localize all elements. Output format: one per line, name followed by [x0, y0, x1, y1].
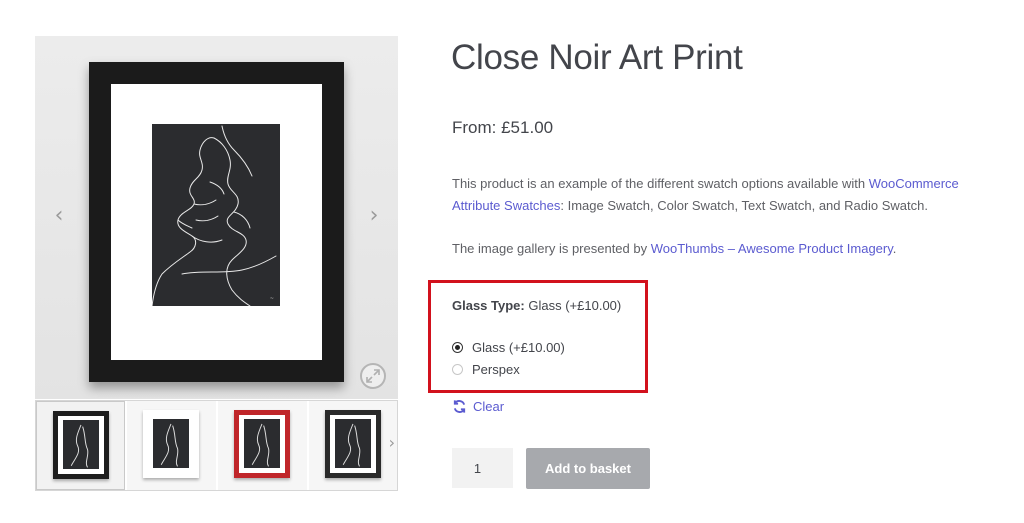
zoom-expand-icon[interactable]: [360, 363, 386, 389]
quantity-input[interactable]: [452, 448, 513, 488]
main-product-image[interactable]: ~ ‹ ›: [35, 36, 398, 399]
description-text: The image gallery is presented by: [452, 241, 651, 256]
thumbnail-white-frame[interactable]: [127, 401, 216, 490]
gallery-prev-arrow[interactable]: ‹: [49, 204, 69, 228]
add-to-basket-button[interactable]: Add to basket: [526, 448, 650, 489]
glass-type-label: Glass Type: Glass (+£10.00): [452, 298, 622, 313]
framed-print: ~: [89, 62, 344, 382]
attribute-name: Glass Type: [452, 298, 521, 313]
perspex-option-label: Perspex: [472, 361, 520, 377]
artist-signature: ~: [269, 296, 274, 302]
refresh-icon: [453, 400, 466, 413]
gallery-next-arrow[interactable]: ›: [364, 204, 384, 228]
glass-option-label: Glass (+£10.00): [472, 339, 565, 355]
description-text: : Image Swatch, Color Swatch, Text Swatc…: [560, 198, 928, 213]
thumbnail-black-frame[interactable]: [36, 401, 125, 490]
product-price: From: £51.00: [452, 118, 554, 137]
thumbnail-dark-frame[interactable]: [309, 401, 397, 490]
product-description-2: The image gallery is presented by WooThu…: [452, 238, 997, 260]
glass-option[interactable]: Glass (+£10.00): [452, 338, 565, 356]
woothumbs-link[interactable]: WooThumbs – Awesome Product Imagery: [651, 241, 893, 256]
thumbnail-red-frame[interactable]: [218, 401, 307, 490]
perspex-option[interactable]: Perspex: [452, 360, 520, 378]
clear-selection-link[interactable]: Clear: [452, 399, 504, 414]
product-gallery: ~ ‹ › ›: [35, 36, 398, 491]
description-text: This product is an example of the differ…: [452, 176, 869, 191]
glass-radio[interactable]: [452, 341, 463, 353]
description-text: .: [892, 241, 897, 256]
thumbnail-strip: ›: [35, 400, 398, 491]
product-title: Close Noir Art Print: [451, 38, 743, 77]
perspex-radio[interactable]: [452, 363, 463, 375]
line-art-image: ~: [152, 124, 280, 306]
product-description-1: This product is an example of the differ…: [452, 173, 997, 217]
clear-label: Clear: [473, 399, 505, 414]
selected-attribute-value: Glass (+£10.00): [528, 298, 622, 313]
print-mat: ~: [111, 84, 322, 360]
thumbnails-next-arrow[interactable]: ›: [389, 433, 395, 452]
